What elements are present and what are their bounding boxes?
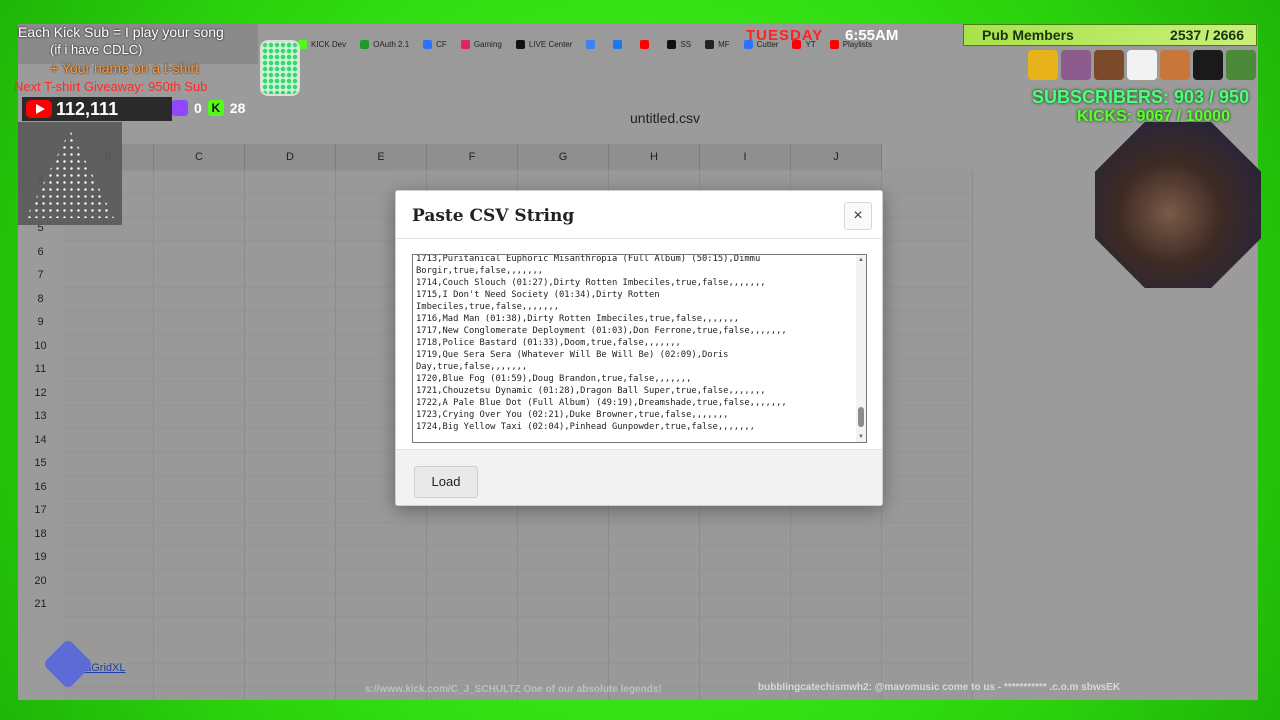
row-number[interactable]: 21 <box>18 593 63 617</box>
row-number[interactable]: 19 <box>18 546 63 570</box>
tshirt-icon <box>1226 50 1256 80</box>
bookmark-icon <box>667 39 677 49</box>
bookmark-item[interactable] <box>613 39 626 49</box>
row-number[interactable]: 8 <box>18 288 63 312</box>
bookmark-icon <box>423 39 433 49</box>
pub-members-label: Pub Members <box>982 27 1074 43</box>
sub-promo-line-3: + Your name on a t-shirt <box>50 60 200 76</box>
tshirt-icon <box>1061 50 1091 80</box>
youtube-icon <box>26 100 52 118</box>
plinko-widget <box>18 122 122 225</box>
bookmark-icon <box>586 39 596 49</box>
bookmark-item[interactable]: CF <box>423 39 447 49</box>
bookmark-icon <box>705 39 715 49</box>
bookmark-item[interactable]: MF <box>705 39 730 49</box>
bookmark-icon <box>640 39 650 49</box>
bookmark-item[interactable]: KICK Dev <box>298 39 347 49</box>
platform-counters: 0 K 28 <box>172 100 245 116</box>
sub-promo-line-1: Each Kick Sub = I play your song <box>18 24 224 40</box>
csv-content: 1713,Puritanical Euphoric Misanthropia (… <box>416 254 787 432</box>
twitch-icon <box>172 100 188 116</box>
time-label: 6:55AM <box>845 27 899 44</box>
row-number[interactable]: 12 <box>18 382 63 406</box>
row-number[interactable]: 17 <box>18 499 63 523</box>
bookmark-label: MF <box>718 39 730 49</box>
dialog-header: Paste CSV String × <box>396 191 882 239</box>
bookmark-label: KICK Dev <box>311 39 347 49</box>
tshirt-icon <box>1094 50 1124 80</box>
row-number[interactable]: 9 <box>18 311 63 335</box>
row-number[interactable]: 18 <box>18 523 63 547</box>
bookmark-item[interactable] <box>586 39 599 49</box>
column-header[interactable]: I <box>700 144 791 170</box>
bookmark-icon <box>460 39 470 49</box>
load-button[interactable]: Load <box>414 466 478 498</box>
bookmark-item[interactable]: Gaming <box>460 39 502 49</box>
column-header[interactable]: J <box>791 144 882 170</box>
row-number[interactable]: 14 <box>18 429 63 453</box>
bookmark-icon <box>613 39 623 49</box>
tshirt-icon <box>1193 50 1223 80</box>
sub-promo-line-2: (if i have CDLC) <box>50 42 143 57</box>
file-title: untitled.csv <box>630 110 701 126</box>
row-number[interactable]: 10 <box>18 335 63 359</box>
bookmark-label: CF <box>436 39 447 49</box>
giveaway-text: Next T-shirt Giveaway: 950th Sub <box>14 79 208 94</box>
row-number[interactable]: 7 <box>18 264 63 288</box>
column-header[interactable]: D <box>245 144 336 170</box>
chat-ticker-2: bubblingcatechismwh2: @mavomusic come to… <box>758 682 1121 693</box>
scroll-thumb[interactable] <box>858 407 864 427</box>
pub-members-count: 2537 / 2666 <box>1170 27 1244 43</box>
row-number[interactable]: 15 <box>18 452 63 476</box>
row-number-column: 3456789101112131415161718192021 <box>18 170 63 617</box>
close-button[interactable]: × <box>844 202 872 230</box>
kick-count: 28 <box>229 100 246 116</box>
row-number[interactable]: 6 <box>18 241 63 265</box>
bookmark-icon <box>360 39 370 49</box>
column-header[interactable]: H <box>609 144 700 170</box>
tshirt-icon <box>1028 50 1058 80</box>
row-number[interactable]: 11 <box>18 358 63 382</box>
csv-textarea[interactable]: 1713,Puritanical Euphoric Misanthropia (… <box>412 254 867 443</box>
column-header[interactable]: E <box>336 144 427 170</box>
row-number[interactable]: 20 <box>18 570 63 594</box>
column-header[interactable]: F <box>427 144 518 170</box>
tip-jar-icon <box>260 40 300 96</box>
subscribers-goal: SUBSCRIBERS: 903 / 950 <box>1032 87 1250 107</box>
textarea-scrollbar[interactable]: ▲ ▼ <box>856 255 866 442</box>
bookmark-label: OAuth 2.1 <box>373 39 410 49</box>
tshirt-icon <box>1160 50 1190 80</box>
bookmark-icon <box>515 39 525 49</box>
bookmark-item[interactable]: LIVE Center <box>515 39 573 49</box>
bookmark-label: SS <box>680 39 692 49</box>
column-header[interactable]: C <box>154 144 245 170</box>
scroll-up-icon[interactable]: ▲ <box>858 257 864 263</box>
column-header-row: BCDEFGHIJ <box>63 144 882 170</box>
bookmark-item[interactable] <box>640 39 653 49</box>
bookmark-item[interactable]: OAuth 2.1 <box>360 39 410 49</box>
bookmark-label: Gaming <box>473 39 502 49</box>
kick-icon: K <box>207 100 224 116</box>
row-number[interactable]: 13 <box>18 405 63 429</box>
row-number[interactable]: 16 <box>18 476 63 500</box>
pub-members-bar: Pub Members 2537 / 2666 <box>963 24 1257 46</box>
webcam-feed <box>1095 122 1261 288</box>
column-header[interactable]: G <box>518 144 609 170</box>
tshirt-icon <box>1127 50 1157 80</box>
twitch-count: 0 <box>194 100 202 116</box>
paste-csv-dialog: Paste CSV String × 1713,Puritanical Euph… <box>395 190 883 506</box>
bookmark-item[interactable]: SS <box>667 39 692 49</box>
day-label: TUESDAY <box>746 27 824 44</box>
bookmark-label: LIVE Center <box>528 39 573 49</box>
youtube-count: 112,111 <box>56 98 119 119</box>
dialog-title: Paste CSV String <box>412 206 575 226</box>
scroll-down-icon[interactable]: ▼ <box>858 434 864 440</box>
bookmark-icon <box>829 39 839 49</box>
chat-ticker-1: s://www.kick.com/C_J_SCHULTZ One of our … <box>365 684 662 695</box>
youtube-counter: 112,111 <box>22 97 172 121</box>
plinko-pegs <box>26 130 114 218</box>
tshirt-row <box>1028 50 1256 80</box>
